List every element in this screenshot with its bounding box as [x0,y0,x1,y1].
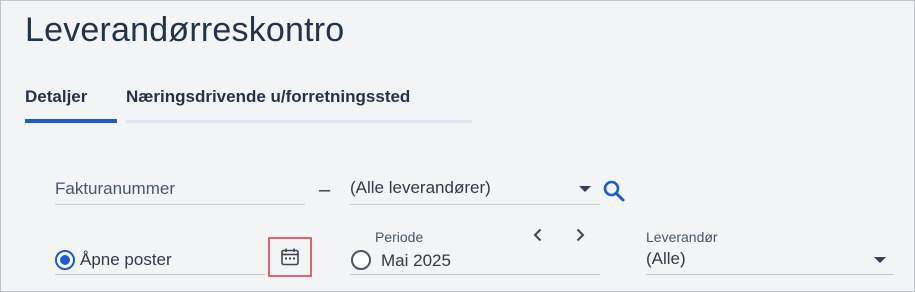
supplier-dropdown-underline [646,274,894,275]
period-radio[interactable] [351,250,371,270]
supplier-select[interactable]: (Alle leverandører) [350,178,491,198]
supplier-select-underline [350,204,600,205]
supplier-dropdown[interactable]: (Alle) [646,249,686,269]
open-items-radio[interactable] [55,250,75,270]
period-label: Periode [375,229,424,245]
page-title: Leverandørreskontro [25,11,345,49]
period-value[interactable]: Mai 2025 [381,251,451,271]
range-separator: – [319,179,331,201]
tab-detaljer[interactable]: Detaljer [25,87,117,119]
open-items-underline [55,274,265,275]
chevron-left-icon[interactable] [532,228,544,242]
search-icon[interactable] [602,179,626,203]
period-underline [350,274,600,275]
chevron-down-icon[interactable] [873,256,887,264]
supplier-label: Leverandør [646,229,718,245]
open-items-label: Åpne poster [80,250,172,269]
tab-naeringsdrivende[interactable]: Næringsdrivende u/forretningssted [126,87,472,119]
chevron-right-icon[interactable] [574,228,586,242]
invoice-number-input[interactable]: Fakturanummer [55,179,175,199]
app-window: Leverandørreskontro Detaljer Næringsdriv… [0,0,915,292]
tab-divider [126,120,472,123]
calendar-icon[interactable] [280,247,300,267]
invoice-number-underline [55,204,305,205]
active-tab-indicator [25,119,117,123]
chevron-down-icon[interactable] [578,185,592,193]
